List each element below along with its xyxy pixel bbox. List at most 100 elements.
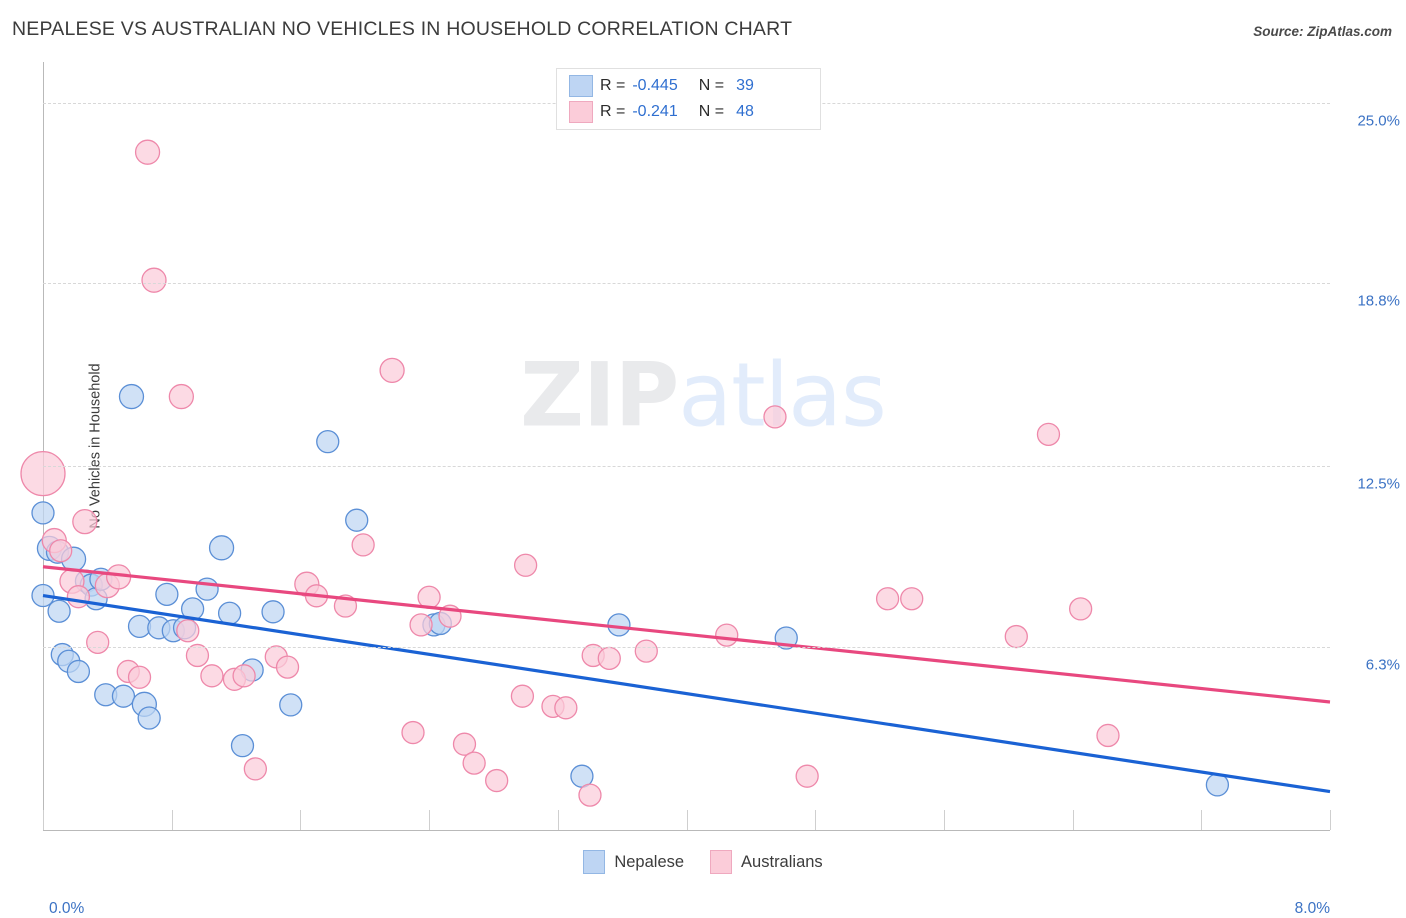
- data-point[interactable]: [127, 665, 152, 689]
- data-point[interactable]: [763, 405, 787, 429]
- data-point[interactable]: [510, 684, 535, 708]
- x-axis-tick: [1072, 810, 1074, 830]
- data-point[interactable]: [513, 553, 538, 577]
- x-axis-tick: [943, 810, 945, 830]
- data-point[interactable]: [137, 706, 161, 730]
- data-point[interactable]: [275, 655, 300, 679]
- data-point[interactable]: [351, 533, 375, 557]
- data-point[interactable]: [316, 429, 340, 454]
- data-point[interactable]: [49, 539, 73, 563]
- legend-row-nepalese: R = -0.445 N = 39: [569, 73, 754, 99]
- data-point[interactable]: [72, 508, 98, 535]
- series-nepalese: [31, 383, 1230, 797]
- data-point[interactable]: [634, 639, 658, 663]
- x-axis-tick: [171, 810, 173, 830]
- data-point[interactable]: [141, 267, 167, 293]
- page-title: NEPALESE VS AUSTRALIAN NO VEHICLES IN HO…: [12, 18, 793, 40]
- legend-swatch-australians: [569, 101, 593, 123]
- data-point[interactable]: [195, 577, 219, 601]
- x-axis-line: [43, 830, 1330, 831]
- data-point[interactable]: [345, 508, 369, 532]
- data-point[interactable]: [1096, 723, 1120, 748]
- data-point[interactable]: [232, 664, 256, 688]
- legend-n-value-australians: 48: [736, 103, 754, 120]
- legend-item-australians[interactable]: Australians: [710, 850, 823, 874]
- data-point[interactable]: [86, 630, 110, 655]
- legend-r-label-australians: R =: [600, 103, 626, 120]
- x-axis-tick: [300, 810, 302, 830]
- scatter-canvas: [20, 139, 1331, 807]
- trendline-nepalese: [42, 593, 1331, 794]
- data-point[interactable]: [462, 751, 486, 775]
- data-point[interactable]: [66, 585, 91, 609]
- data-point[interactable]: [401, 720, 425, 745]
- data-point[interactable]: [31, 501, 55, 525]
- data-point[interactable]: [1068, 597, 1093, 621]
- x-axis-tick: [43, 810, 44, 830]
- gridline: [43, 646, 1330, 648]
- data-point[interactable]: [155, 582, 179, 607]
- data-point[interactable]: [1036, 422, 1061, 447]
- x-axis-min-label: 0.0%: [49, 900, 85, 917]
- data-point[interactable]: [243, 757, 268, 781]
- data-point[interactable]: [168, 383, 195, 410]
- data-point[interactable]: [578, 783, 602, 807]
- legend-n-label-australians: N =: [698, 103, 725, 120]
- legend-r-label-nepalese: R =: [600, 77, 626, 94]
- legend-label-nepalese: Nepalese: [614, 852, 685, 871]
- data-point[interactable]: [261, 600, 285, 624]
- data-point[interactable]: [134, 139, 161, 165]
- data-point[interactable]: [795, 764, 819, 788]
- data-point[interactable]: [715, 623, 739, 647]
- x-axis-tick: [1201, 810, 1203, 830]
- data-point[interactable]: [217, 601, 242, 625]
- data-point[interactable]: [279, 693, 303, 717]
- data-point[interactable]: [127, 614, 152, 639]
- legend-r-value-australians: -0.241: [632, 103, 678, 120]
- legend-row-australians: R = -0.241 N = 48: [569, 99, 754, 125]
- x-axis-tick: [686, 810, 688, 830]
- data-point[interactable]: [47, 599, 71, 623]
- x-axis-tick: [429, 810, 431, 830]
- legend-color-australians: [710, 850, 733, 874]
- data-point[interactable]: [597, 646, 621, 671]
- data-point[interactable]: [66, 659, 91, 684]
- x-axis-tick: [1330, 810, 1331, 830]
- data-point[interactable]: [20, 450, 66, 497]
- legend-n-value-nepalese: 39: [736, 77, 754, 94]
- x-axis-tick: [815, 810, 817, 830]
- x-axis-max-label: 8.0%: [1294, 900, 1330, 917]
- correlation-legend: R = -0.445 N = 39 R = -0.241 N = 48: [556, 68, 821, 130]
- data-point[interactable]: [208, 535, 235, 561]
- legend-r-value-nepalese: -0.445: [632, 77, 678, 94]
- legend-item-nepalese[interactable]: Nepalese: [583, 850, 684, 874]
- legend-color-nepalese: [583, 850, 606, 874]
- data-point[interactable]: [230, 733, 255, 758]
- legend-label-australians: Australians: [741, 852, 823, 871]
- source-attribution: Source: ZipAtlas.com: [1253, 24, 1392, 39]
- y-tick-label: 18.8%: [1357, 292, 1400, 310]
- y-tick-label: 25.0%: [1357, 112, 1400, 130]
- legend-swatch-nepalese: [569, 75, 593, 97]
- data-point[interactable]: [111, 684, 136, 708]
- legend-n-label-nepalese: N =: [698, 77, 725, 94]
- correlation-chart: NEPALESE VS AUSTRALIAN NO VEHICLES IN HO…: [0, 0, 1406, 917]
- data-point[interactable]: [900, 587, 924, 611]
- y-tick-label: 6.3%: [1365, 656, 1400, 674]
- data-point[interactable]: [379, 357, 405, 384]
- series-australians: [20, 139, 1120, 807]
- data-point[interactable]: [875, 587, 900, 611]
- y-tick-label: 12.5%: [1357, 475, 1400, 493]
- series-legend: Nepalese Australians: [0, 850, 1406, 874]
- data-point[interactable]: [485, 768, 509, 793]
- data-point[interactable]: [1004, 624, 1028, 649]
- data-point[interactable]: [185, 643, 210, 668]
- data-point[interactable]: [554, 696, 578, 720]
- x-axis-tick: [557, 810, 559, 830]
- data-point[interactable]: [176, 619, 200, 643]
- data-point[interactable]: [200, 664, 224, 688]
- gridline: [43, 283, 1330, 285]
- data-point[interactable]: [409, 613, 433, 637]
- data-point[interactable]: [118, 383, 145, 410]
- plot-area: No Vehicles in Household 25.0% 18.8% 12.5%…: [20, 62, 1400, 917]
